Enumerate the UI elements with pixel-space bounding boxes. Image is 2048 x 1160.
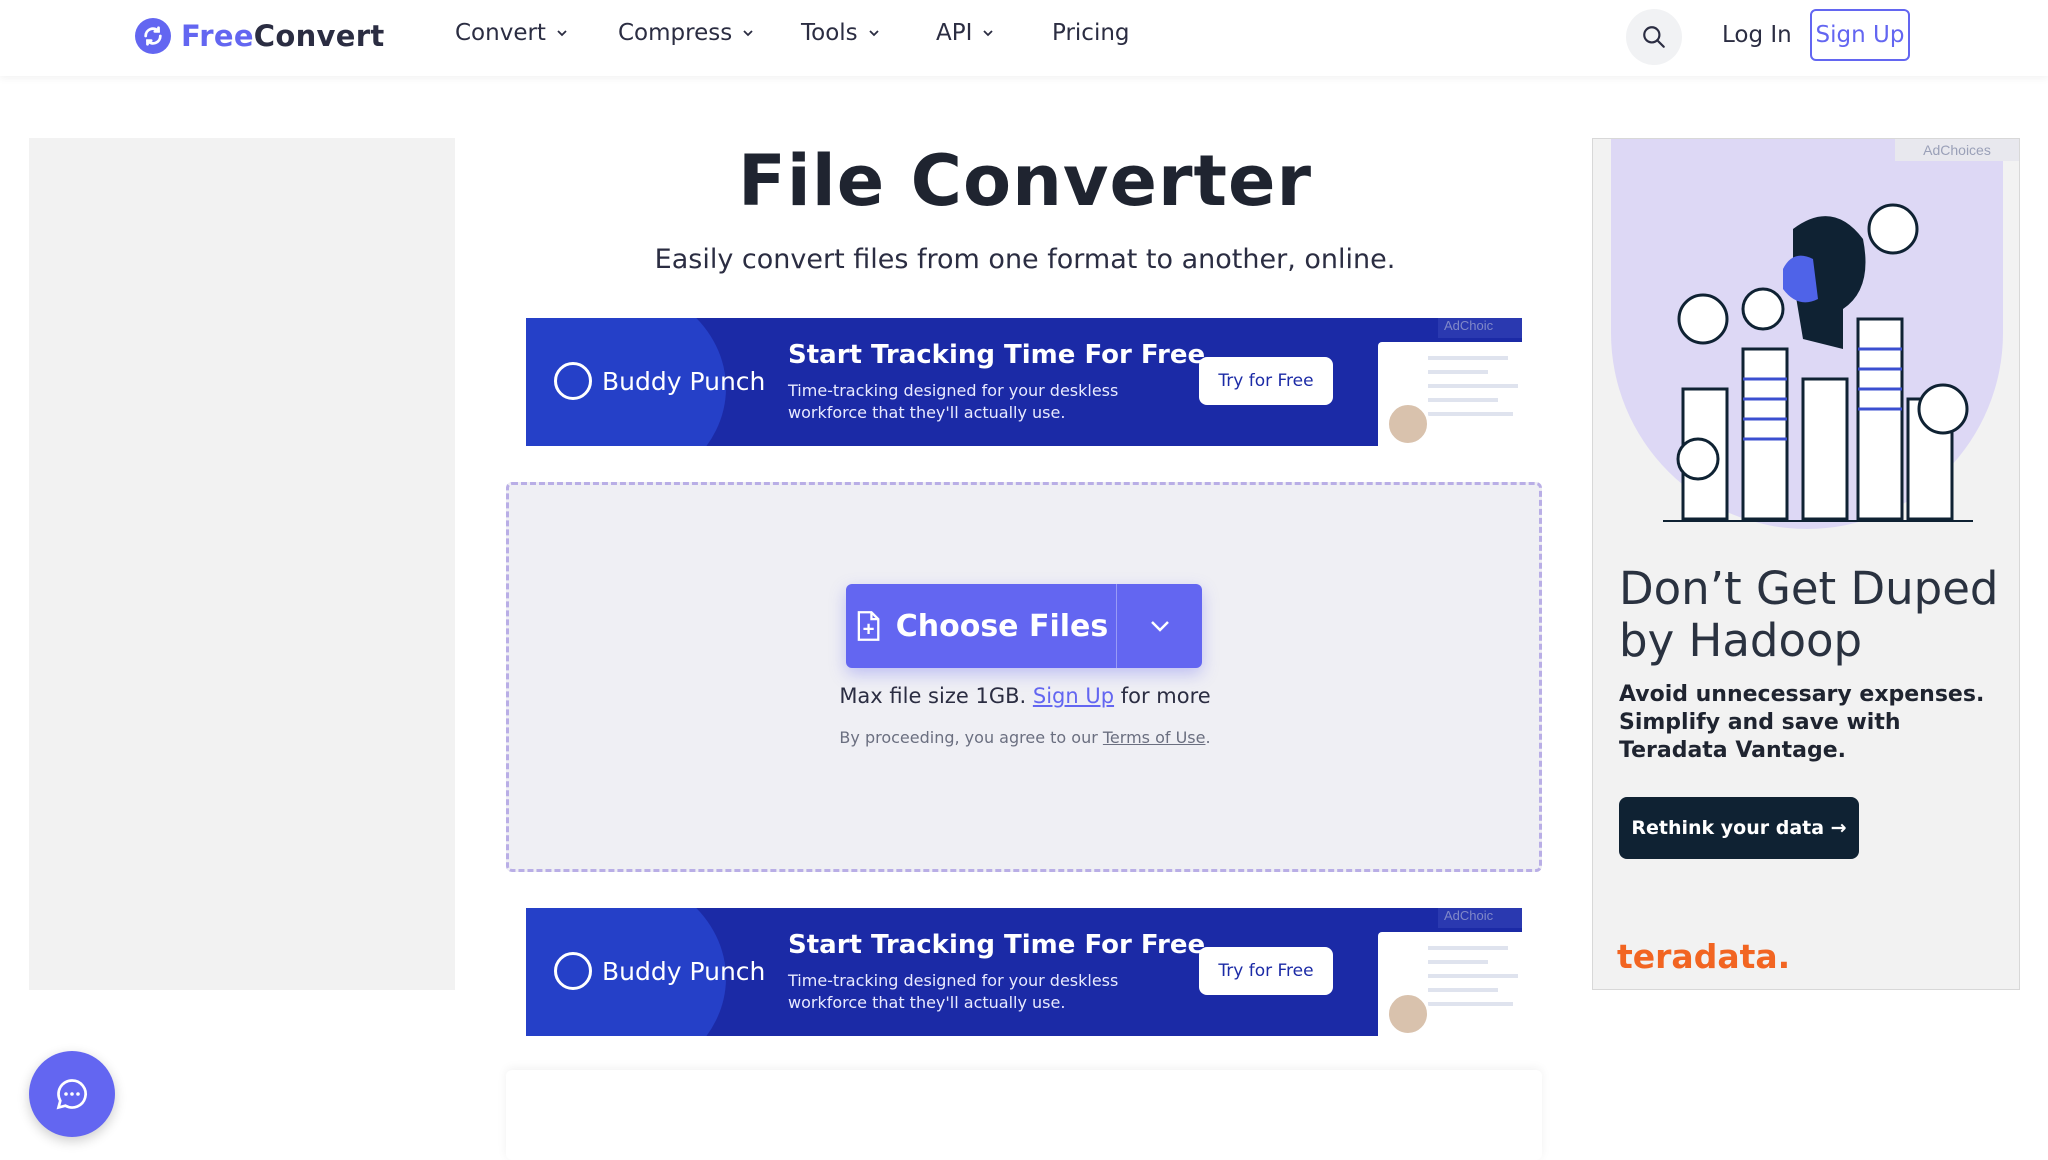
chevron-down-icon	[557, 30, 567, 37]
search-icon	[1643, 26, 1665, 48]
chevron-down-icon	[743, 30, 753, 37]
rethink-your-data-button[interactable]: Rethink your data →	[1619, 797, 1859, 859]
coin-stacks-illustration	[1663, 203, 1973, 522]
buddy-punch-logo: Buddy Punch	[554, 362, 765, 400]
left-ad-placeholder	[29, 138, 455, 990]
chat-bubble-icon	[56, 1079, 87, 1110]
banner-ad-bottom[interactable]: Buddy Punch Start Tracking Time For Free…	[526, 908, 1522, 1036]
adchoices-label[interactable]: AdChoic	[1438, 318, 1522, 338]
choose-source-dropdown[interactable]	[1117, 584, 1202, 668]
person-avatar	[1386, 402, 1430, 446]
content-card	[506, 1070, 1542, 1160]
ad-subtext: Time-tracking designed for your deskless…	[788, 381, 1119, 422]
ad-headline: Start Tracking Time For Free	[788, 930, 1206, 960]
signup-button[interactable]: Sign Up	[1810, 9, 1910, 61]
chevron-down-icon	[869, 30, 879, 37]
top-navbar: FreeConvert Convert Compress Tools API P…	[0, 0, 2048, 76]
ad-subtext: Time-tracking designed for your deskless…	[788, 971, 1119, 1012]
choose-files-button[interactable]: Choose Files	[846, 584, 1117, 668]
page-title: File Converter	[737, 140, 1313, 222]
clock-icon	[554, 952, 592, 990]
teradata-logo: teradata.	[1617, 937, 1791, 976]
ad-try-for-free-button[interactable]: Try for Free	[1199, 357, 1333, 405]
max-file-size-note: Max file size 1GB. Sign Up for more	[839, 684, 1211, 708]
ad-screenshot	[1378, 932, 1522, 1036]
side-ad-teradata[interactable]: AdChoices Don’t Get Duped by Hadoop Avoi…	[1592, 138, 2020, 990]
login-link[interactable]: Log In	[1722, 22, 1792, 48]
freeconvert-logo[interactable]: FreeConvert	[135, 18, 385, 54]
side-ad-body: Avoid unnecessary expenses. Simplify and…	[1619, 682, 1985, 763]
side-ad-headline: Don’t Get Duped by Hadoop	[1619, 562, 1999, 667]
ad-try-for-free-button[interactable]: Try for Free	[1199, 947, 1333, 995]
file-add-icon	[857, 611, 880, 641]
terms-of-use-link[interactable]: Terms of Use	[1103, 728, 1206, 747]
terms-note: By proceeding, you agree to our Terms of…	[839, 728, 1211, 747]
nav-compress[interactable]: Compress	[618, 20, 754, 46]
file-drop-zone[interactable]	[506, 482, 1542, 872]
nav-api[interactable]: API	[936, 20, 994, 46]
clock-icon	[554, 362, 592, 400]
adchoices-label[interactable]: AdChoices	[1895, 139, 2019, 161]
chevron-down-icon	[983, 30, 994, 37]
buddy-punch-logo: Buddy Punch	[554, 952, 765, 990]
person-avatar	[1386, 992, 1430, 1036]
ad-headline: Start Tracking Time For Free	[788, 340, 1206, 370]
choose-files-button-group: Choose Files	[846, 584, 1202, 668]
ad-screenshot	[1378, 342, 1522, 446]
nav-convert[interactable]: Convert	[455, 20, 568, 46]
signup-link[interactable]: Sign Up	[1033, 684, 1114, 708]
logo-text: FreeConvert	[181, 19, 385, 53]
nav-pricing[interactable]: Pricing	[1052, 20, 1130, 46]
banner-ad-top[interactable]: Buddy Punch Start Tracking Time For Free…	[526, 318, 1522, 446]
page-subtitle: Easily convert files from one format to …	[654, 244, 1396, 275]
chat-button[interactable]	[29, 1051, 115, 1137]
search-button[interactable]	[1626, 9, 1682, 65]
chevron-down-icon	[1150, 621, 1169, 632]
nav-tools[interactable]: Tools	[801, 20, 880, 46]
adchoices-label[interactable]: AdChoic	[1438, 908, 1522, 928]
logo-icon	[135, 18, 171, 54]
